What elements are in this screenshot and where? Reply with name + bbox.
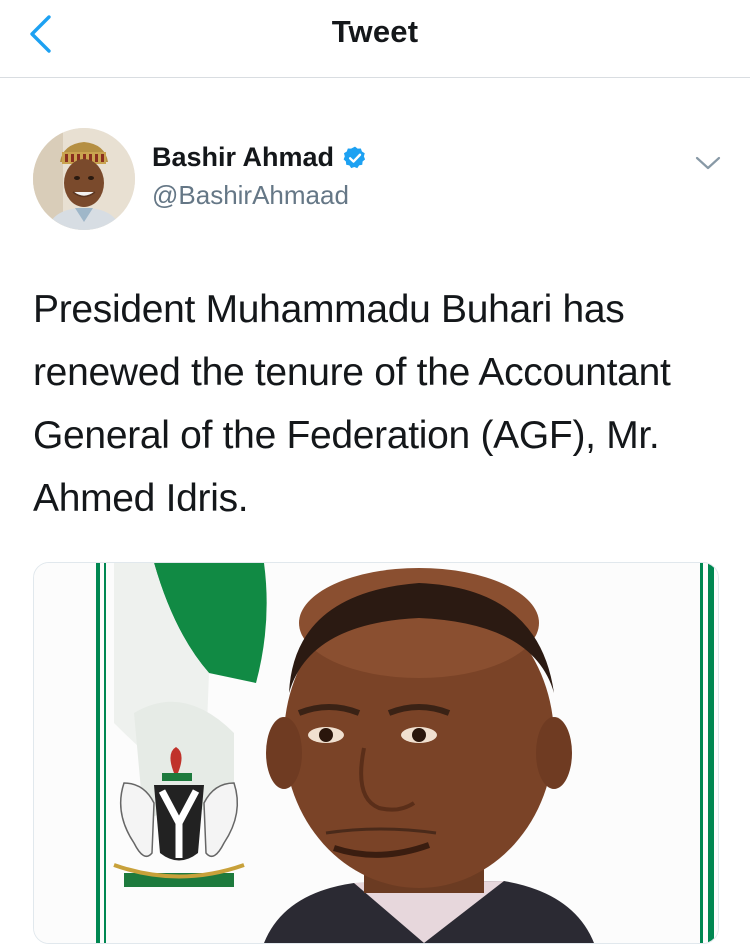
author-name[interactable]: Bashir Ahmad	[152, 142, 368, 173]
more-options-button[interactable]	[690, 148, 726, 178]
page-title: Tweet	[331, 14, 419, 49]
author-name-text: Bashir Ahmad	[152, 142, 335, 172]
avatar-photo	[33, 128, 135, 230]
author-handle[interactable]: @BashirAhmaad	[152, 180, 349, 211]
tweet-media[interactable]	[33, 562, 719, 944]
avatar[interactable]	[33, 128, 135, 230]
navigation-bar: Tweet	[0, 0, 750, 78]
verified-badge-icon	[343, 146, 366, 168]
chevron-down-icon	[695, 156, 721, 170]
tweet-text: President Muhammadu Buhari has renewed t…	[33, 288, 671, 520]
media-photo	[34, 563, 718, 943]
